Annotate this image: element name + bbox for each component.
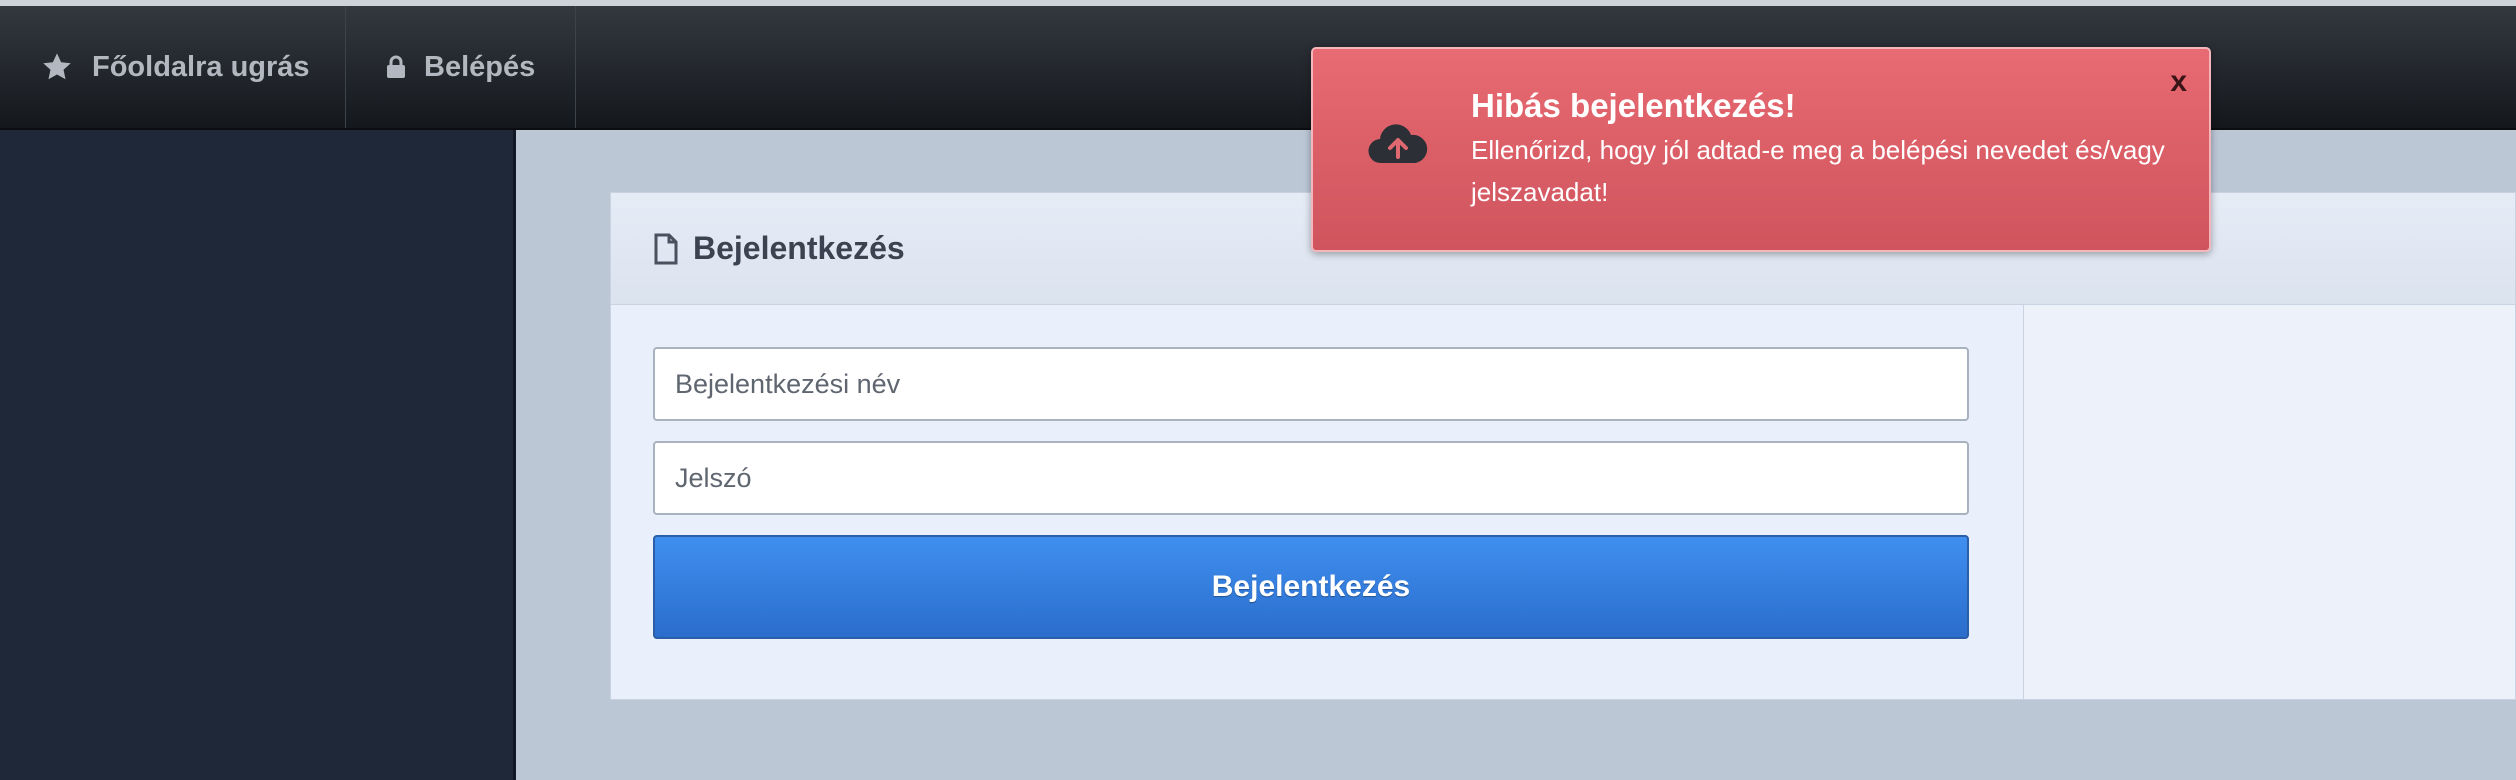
error-notification: Hibás bejelentkezés! Ellenőrizd, hogy jó… xyxy=(1311,47,2211,252)
login-panel-side-area xyxy=(2024,305,2515,699)
notification-close-button[interactable]: x xyxy=(2170,65,2187,99)
nav-item-home-label: Főoldalra ugrás xyxy=(92,50,310,83)
sidebar xyxy=(0,130,516,780)
login-panel: Bejelentkezés Bejelentkezés xyxy=(610,192,2516,700)
star-icon xyxy=(40,51,74,83)
lock-icon xyxy=(386,55,406,79)
login-submit-button[interactable]: Bejelentkezés xyxy=(653,535,1969,639)
notification-title: Hibás bejelentkezés! xyxy=(1471,87,1796,124)
password-input[interactable] xyxy=(653,441,1969,515)
cloud-upload-icon xyxy=(1365,119,1431,169)
username-input[interactable] xyxy=(653,347,1969,421)
notification-message: Ellenőrizd, hogy jól adtad-e meg a belép… xyxy=(1471,135,2165,207)
login-panel-title: Bejelentkezés xyxy=(693,230,905,266)
nav-item-login-label: Belépés xyxy=(424,50,536,83)
document-icon xyxy=(653,233,679,265)
nav-item-home[interactable]: Főoldalra ugrás xyxy=(0,6,346,128)
nav-item-login[interactable]: Belépés xyxy=(346,6,576,128)
